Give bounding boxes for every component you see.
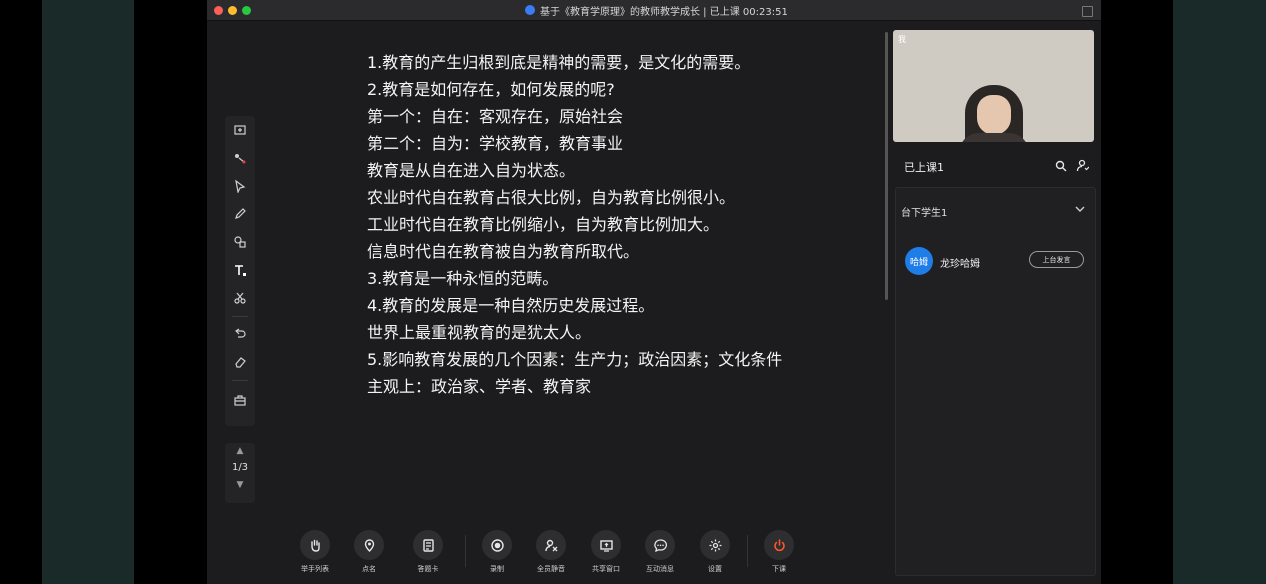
video-self-tag: 我	[898, 35, 906, 44]
student-name: 龙珍哈姆	[940, 259, 980, 270]
settings-button[interactable]: 设置	[690, 530, 740, 574]
answer-card-label: 答题卡	[417, 565, 439, 573]
chevron-down-icon[interactable]	[1075, 205, 1085, 213]
whiteboard-canvas[interactable]: 1.教育的产生归根到底是精神的需要，是文化的需要。 2.教育是如何存在，如何发展…	[207, 21, 885, 521]
student-list-panel: 台下学生1 哈姆 龙珍哈姆 上台发言	[895, 187, 1096, 576]
end-class-button[interactable]: 下课	[754, 530, 804, 574]
answer-card-button[interactable]: 答题卡	[403, 530, 453, 574]
select-arrow-icon[interactable]	[230, 176, 250, 196]
mute-all-icon	[536, 530, 566, 560]
location-pin-icon	[354, 530, 384, 560]
zoom-window-button[interactable]	[242, 6, 251, 15]
board-line: 教育是从自在进入自为状态。	[367, 161, 576, 180]
shapes-icon[interactable]	[230, 232, 250, 252]
title-bar: 基于《教育学原理》的教师教学成长 | 已上课 00:23:51	[207, 0, 1101, 21]
teacher-video[interactable]: 我	[893, 30, 1094, 142]
fullscreen-icon[interactable]	[1082, 6, 1093, 17]
end-class-label: 下课	[772, 565, 786, 573]
undo-icon[interactable]	[230, 324, 250, 344]
board-line: 工业时代自在教育比例缩小，自为教育比例加大。	[367, 215, 720, 234]
video-person-face	[977, 95, 1011, 135]
power-icon	[764, 530, 794, 560]
roll-call-button[interactable]: 点名	[344, 530, 394, 574]
gear-icon	[700, 530, 730, 560]
invite-to-stage-button[interactable]: 上台发言	[1029, 251, 1084, 268]
board-line: 4.教育的发展是一种自然历史发展过程。	[367, 296, 655, 315]
record-label: 录制	[490, 565, 504, 573]
right-panel: 我 已上课1 台下学生1 哈姆 龙珍哈姆 上台发言	[893, 21, 1101, 584]
board-line: 第二个：自为：学校教育，教育事业	[367, 134, 624, 153]
next-page-button[interactable]: ▼	[225, 477, 255, 493]
board-line: 信息时代自在教育被自为教育所取代。	[367, 242, 640, 261]
answer-card-icon	[413, 530, 443, 560]
interactive-messages-button[interactable]: 互动消息	[635, 530, 685, 574]
text-icon[interactable]	[230, 260, 250, 280]
right-background-band	[1173, 0, 1266, 584]
close-window-button[interactable]	[214, 6, 223, 15]
board-line: 农业时代自在教育占很大比例，自为教育比例很小。	[367, 188, 736, 207]
record-button[interactable]: 录制	[472, 530, 522, 574]
laser-pointer-icon[interactable]	[230, 148, 250, 168]
window-title: 基于《教育学原理》的教师教学成长 | 已上课 00:23:51	[540, 7, 788, 18]
search-icon[interactable]	[1055, 160, 1067, 172]
eraser-icon[interactable]	[230, 352, 250, 372]
student-row[interactable]: 哈姆 龙珍哈姆 上台发言	[896, 246, 1095, 278]
board-line: 第一个：自在：客观存在，原始社会	[367, 107, 624, 126]
whiteboard-scrollbar[interactable]	[885, 32, 888, 300]
board-line: 5.影响教育发展的几个因素：生产力；政治因素；文化条件	[367, 350, 783, 369]
app-logo-icon	[525, 5, 535, 15]
minimize-window-button[interactable]	[228, 6, 237, 15]
toolbar-divider	[465, 535, 466, 567]
import-file-icon[interactable]	[230, 120, 250, 140]
toolbar-divider	[747, 535, 748, 567]
classroom-window: 基于《教育学原理》的教师教学成长 | 已上课 00:23:51 1.教育的产生归…	[207, 0, 1101, 584]
room-header: 已上课1	[893, 147, 1094, 183]
share-window-label: 共享窗口	[592, 565, 620, 573]
record-icon	[482, 530, 512, 560]
whiteboard-text: 1.教育的产生归根到底是精神的需要，是文化的需要。 2.教育是如何存在，如何发展…	[367, 49, 782, 400]
roll-call-label: 点名	[362, 565, 376, 573]
class-toolbar: 举手列表 点名 答题卡 录制 全员静音 共享窗口 互动消息 设置 下课	[207, 521, 893, 584]
board-line: 世界上最重视教育的是犹太人。	[367, 323, 592, 342]
page-navigator: ▲ 1/3 ▼	[225, 443, 255, 503]
member-management-icon[interactable]	[1076, 159, 1089, 172]
audience-group-title: 台下学生1	[901, 208, 948, 219]
scissors-icon[interactable]	[230, 288, 250, 308]
hand-icon	[300, 530, 330, 560]
board-line: 主观上：政治家、学者、教育家	[367, 377, 592, 396]
mute-all-label: 全员静音	[537, 565, 565, 573]
screen-share-icon	[591, 530, 621, 560]
page-indicator: 1/3	[231, 462, 249, 473]
prev-page-button[interactable]: ▲	[225, 443, 255, 459]
raise-hand-list-button[interactable]: 举手列表	[290, 530, 340, 574]
share-window-button[interactable]: 共享窗口	[581, 530, 631, 574]
chat-bubble-icon	[645, 530, 675, 560]
tool-divider	[232, 316, 248, 317]
drawing-tool-palette	[225, 116, 255, 426]
pen-icon[interactable]	[230, 204, 250, 224]
interactive-messages-label: 互动消息	[646, 565, 674, 573]
left-background-band	[42, 0, 134, 584]
board-line: 3.教育是一种永恒的范畴。	[367, 269, 559, 288]
room-title: 已上课1	[904, 161, 944, 174]
board-line: 1.教育的产生归根到底是精神的需要，是文化的需要。	[367, 53, 751, 72]
mute-all-button[interactable]: 全员静音	[526, 530, 576, 574]
raise-hand-label: 举手列表	[301, 565, 329, 573]
toolbox-icon[interactable]	[230, 390, 250, 410]
board-line: 2.教育是如何存在，如何发展的呢?	[367, 80, 615, 99]
avatar: 哈姆	[905, 247, 933, 275]
settings-label: 设置	[708, 565, 722, 573]
tool-divider	[232, 380, 248, 381]
